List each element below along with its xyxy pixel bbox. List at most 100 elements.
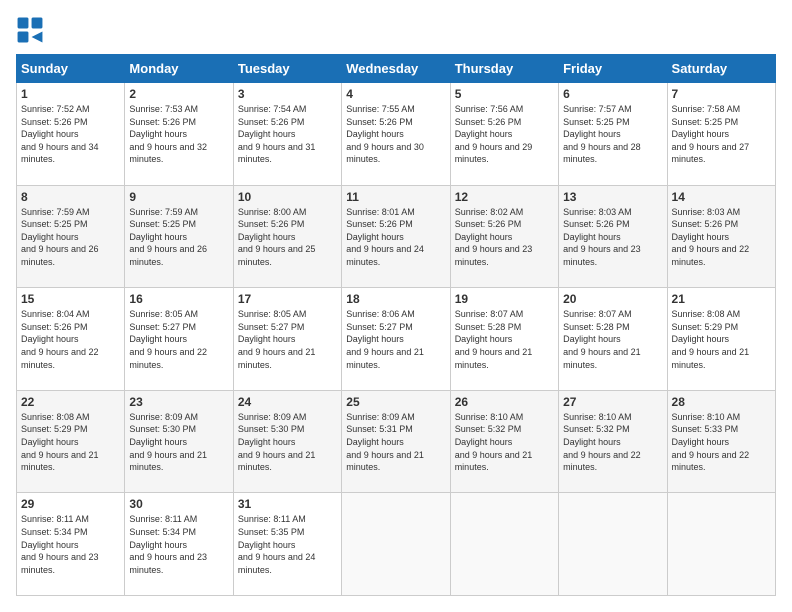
- day-info: Sunrise: 7:59 AMSunset: 5:25 PMDaylight …: [129, 206, 228, 269]
- day-number: 12: [455, 190, 554, 204]
- day-number: 9: [129, 190, 228, 204]
- day-number: 8: [21, 190, 120, 204]
- day-number: 6: [563, 87, 662, 101]
- day-number: 2: [129, 87, 228, 101]
- day-number: 11: [346, 190, 445, 204]
- calendar-cell: 10 Sunrise: 8:00 AMSunset: 5:26 PMDayligh…: [233, 185, 341, 288]
- day-number: 10: [238, 190, 337, 204]
- day-number: 3: [238, 87, 337, 101]
- calendar-week-2: 15Sunrise: 8:04 AMSunset: 5:26 PMDayligh…: [17, 288, 776, 391]
- day-info: Sunrise: 8:01 AMSunset: 5:26 PMDaylight …: [346, 206, 445, 269]
- day-info: Sunrise: 8:09 AMSunset: 5:30 PMDaylight …: [129, 411, 228, 474]
- day-info: Sunrise: 8:03 AMSunset: 5:26 PMDaylight …: [563, 206, 662, 269]
- day-info: Sunrise: 7:52 AMSunset: 5:26 PMDaylight …: [21, 103, 120, 166]
- day-number: 29: [21, 497, 120, 511]
- calendar-table: SundayMondayTuesdayWednesdayThursdayFrid…: [16, 54, 776, 596]
- day-info: Sunrise: 8:09 AMSunset: 5:30 PMDaylight …: [238, 411, 337, 474]
- day-number: 17: [238, 292, 337, 306]
- calendar-cell: 22 Sunrise: 8:08 AMSunset: 5:29 PMDayligh…: [17, 390, 125, 493]
- calendar-cell: 13 Sunrise: 8:03 AMSunset: 5:26 PMDayligh…: [559, 185, 667, 288]
- calendar-cell: 2 Sunrise: 7:53 AMSunset: 5:26 PMDaylight…: [125, 83, 233, 186]
- calendar-cell: 23Sunrise: 8:09 AMSunset: 5:30 PMDayligh…: [125, 390, 233, 493]
- calendar-cell: 8 Sunrise: 7:59 AMSunset: 5:25 PMDaylight…: [17, 185, 125, 288]
- day-info: Sunrise: 8:05 AMSunset: 5:27 PMDaylight …: [129, 308, 228, 371]
- day-number: 16: [129, 292, 228, 306]
- day-number: 21: [672, 292, 771, 306]
- calendar-cell: 27 Sunrise: 8:10 AMSunset: 5:32 PMDayligh…: [559, 390, 667, 493]
- calendar-week-3: 22 Sunrise: 8:08 AMSunset: 5:29 PMDayligh…: [17, 390, 776, 493]
- day-info: Sunrise: 8:11 AMSunset: 5:35 PMDaylight …: [238, 513, 337, 576]
- calendar-cell: [450, 493, 558, 596]
- calendar-cell: [667, 493, 775, 596]
- calendar-cell: 9 Sunrise: 7:59 AMSunset: 5:25 PMDaylight…: [125, 185, 233, 288]
- calendar-week-4: 29 Sunrise: 8:11 AMSunset: 5:34 PMDayligh…: [17, 493, 776, 596]
- day-info: Sunrise: 8:08 AMSunset: 5:29 PMDaylight …: [21, 411, 120, 474]
- day-info: Sunrise: 8:10 AMSunset: 5:32 PMDaylight …: [563, 411, 662, 474]
- calendar-cell: 7 Sunrise: 7:58 AMSunset: 5:25 PMDaylight…: [667, 83, 775, 186]
- day-number: 7: [672, 87, 771, 101]
- calendar-cell: 31Sunrise: 8:11 AMSunset: 5:35 PMDayligh…: [233, 493, 341, 596]
- day-info: Sunrise: 7:57 AMSunset: 5:25 PMDaylight …: [563, 103, 662, 166]
- calendar-week-0: 1Sunrise: 7:52 AMSunset: 5:26 PMDaylight…: [17, 83, 776, 186]
- day-number: 25: [346, 395, 445, 409]
- calendar-cell: 1Sunrise: 7:52 AMSunset: 5:26 PMDaylight…: [17, 83, 125, 186]
- weekday-header-friday: Friday: [559, 55, 667, 83]
- day-info: Sunrise: 8:05 AMSunset: 5:27 PMDaylight …: [238, 308, 337, 371]
- weekday-header-thursday: Thursday: [450, 55, 558, 83]
- weekday-header-wednesday: Wednesday: [342, 55, 450, 83]
- weekday-header-monday: Monday: [125, 55, 233, 83]
- calendar-cell: 15Sunrise: 8:04 AMSunset: 5:26 PMDayligh…: [17, 288, 125, 391]
- calendar-cell: 28 Sunrise: 8:10 AMSunset: 5:33 PMDayligh…: [667, 390, 775, 493]
- day-number: 5: [455, 87, 554, 101]
- calendar-cell: 30Sunrise: 8:11 AMSunset: 5:34 PMDayligh…: [125, 493, 233, 596]
- day-info: Sunrise: 7:55 AMSunset: 5:26 PMDaylight …: [346, 103, 445, 166]
- day-number: 18: [346, 292, 445, 306]
- calendar-cell: 5 Sunrise: 7:56 AMSunset: 5:26 PMDaylight…: [450, 83, 558, 186]
- calendar-cell: 19 Sunrise: 8:07 AMSunset: 5:28 PMDayligh…: [450, 288, 558, 391]
- calendar-cell: 20Sunrise: 8:07 AMSunset: 5:28 PMDayligh…: [559, 288, 667, 391]
- logo: [16, 16, 48, 44]
- day-info: Sunrise: 7:58 AMSunset: 5:25 PMDaylight …: [672, 103, 771, 166]
- calendar-cell: 26 Sunrise: 8:10 AMSunset: 5:32 PMDayligh…: [450, 390, 558, 493]
- day-number: 20: [563, 292, 662, 306]
- day-info: Sunrise: 8:10 AMSunset: 5:32 PMDaylight …: [455, 411, 554, 474]
- day-info: Sunrise: 8:09 AMSunset: 5:31 PMDaylight …: [346, 411, 445, 474]
- day-number: 26: [455, 395, 554, 409]
- day-info: Sunrise: 7:54 AMSunset: 5:26 PMDaylight …: [238, 103, 337, 166]
- day-number: 13: [563, 190, 662, 204]
- calendar-cell: 21 Sunrise: 8:08 AMSunset: 5:29 PMDayligh…: [667, 288, 775, 391]
- day-info: Sunrise: 8:06 AMSunset: 5:27 PMDaylight …: [346, 308, 445, 371]
- day-number: 22: [21, 395, 120, 409]
- header: [16, 16, 776, 44]
- calendar-cell: 11 Sunrise: 8:01 AMSunset: 5:26 PMDayligh…: [342, 185, 450, 288]
- day-number: 15: [21, 292, 120, 306]
- day-number: 24: [238, 395, 337, 409]
- day-number: 19: [455, 292, 554, 306]
- calendar-cell: 18 Sunrise: 8:06 AMSunset: 5:27 PMDayligh…: [342, 288, 450, 391]
- day-info: Sunrise: 8:08 AMSunset: 5:29 PMDaylight …: [672, 308, 771, 371]
- day-number: 14: [672, 190, 771, 204]
- calendar-cell: [342, 493, 450, 596]
- day-info: Sunrise: 8:10 AMSunset: 5:33 PMDaylight …: [672, 411, 771, 474]
- calendar-cell: 16 Sunrise: 8:05 AMSunset: 5:27 PMDayligh…: [125, 288, 233, 391]
- calendar-cell: 6 Sunrise: 7:57 AMSunset: 5:25 PMDaylight…: [559, 83, 667, 186]
- day-number: 27: [563, 395, 662, 409]
- calendar-cell: [559, 493, 667, 596]
- day-info: Sunrise: 8:00 AMSunset: 5:26 PMDaylight …: [238, 206, 337, 269]
- day-info: Sunrise: 7:53 AMSunset: 5:26 PMDaylight …: [129, 103, 228, 166]
- day-info: Sunrise: 8:07 AMSunset: 5:28 PMDaylight …: [455, 308, 554, 371]
- day-info: Sunrise: 8:11 AMSunset: 5:34 PMDaylight …: [21, 513, 120, 576]
- calendar-cell: 24 Sunrise: 8:09 AMSunset: 5:30 PMDayligh…: [233, 390, 341, 493]
- logo-icon: [16, 16, 44, 44]
- calendar-cell: 14Sunrise: 8:03 AMSunset: 5:26 PMDayligh…: [667, 185, 775, 288]
- weekday-header-tuesday: Tuesday: [233, 55, 341, 83]
- day-info: Sunrise: 8:02 AMSunset: 5:26 PMDaylight …: [455, 206, 554, 269]
- calendar-cell: 3 Sunrise: 7:54 AMSunset: 5:26 PMDaylight…: [233, 83, 341, 186]
- day-number: 28: [672, 395, 771, 409]
- calendar-cell: 29 Sunrise: 8:11 AMSunset: 5:34 PMDayligh…: [17, 493, 125, 596]
- calendar-page: SundayMondayTuesdayWednesdayThursdayFrid…: [0, 0, 792, 612]
- day-info: Sunrise: 7:56 AMSunset: 5:26 PMDaylight …: [455, 103, 554, 166]
- calendar-cell: 12 Sunrise: 8:02 AMSunset: 5:26 PMDayligh…: [450, 185, 558, 288]
- day-info: Sunrise: 7:59 AMSunset: 5:25 PMDaylight …: [21, 206, 120, 269]
- weekday-header-saturday: Saturday: [667, 55, 775, 83]
